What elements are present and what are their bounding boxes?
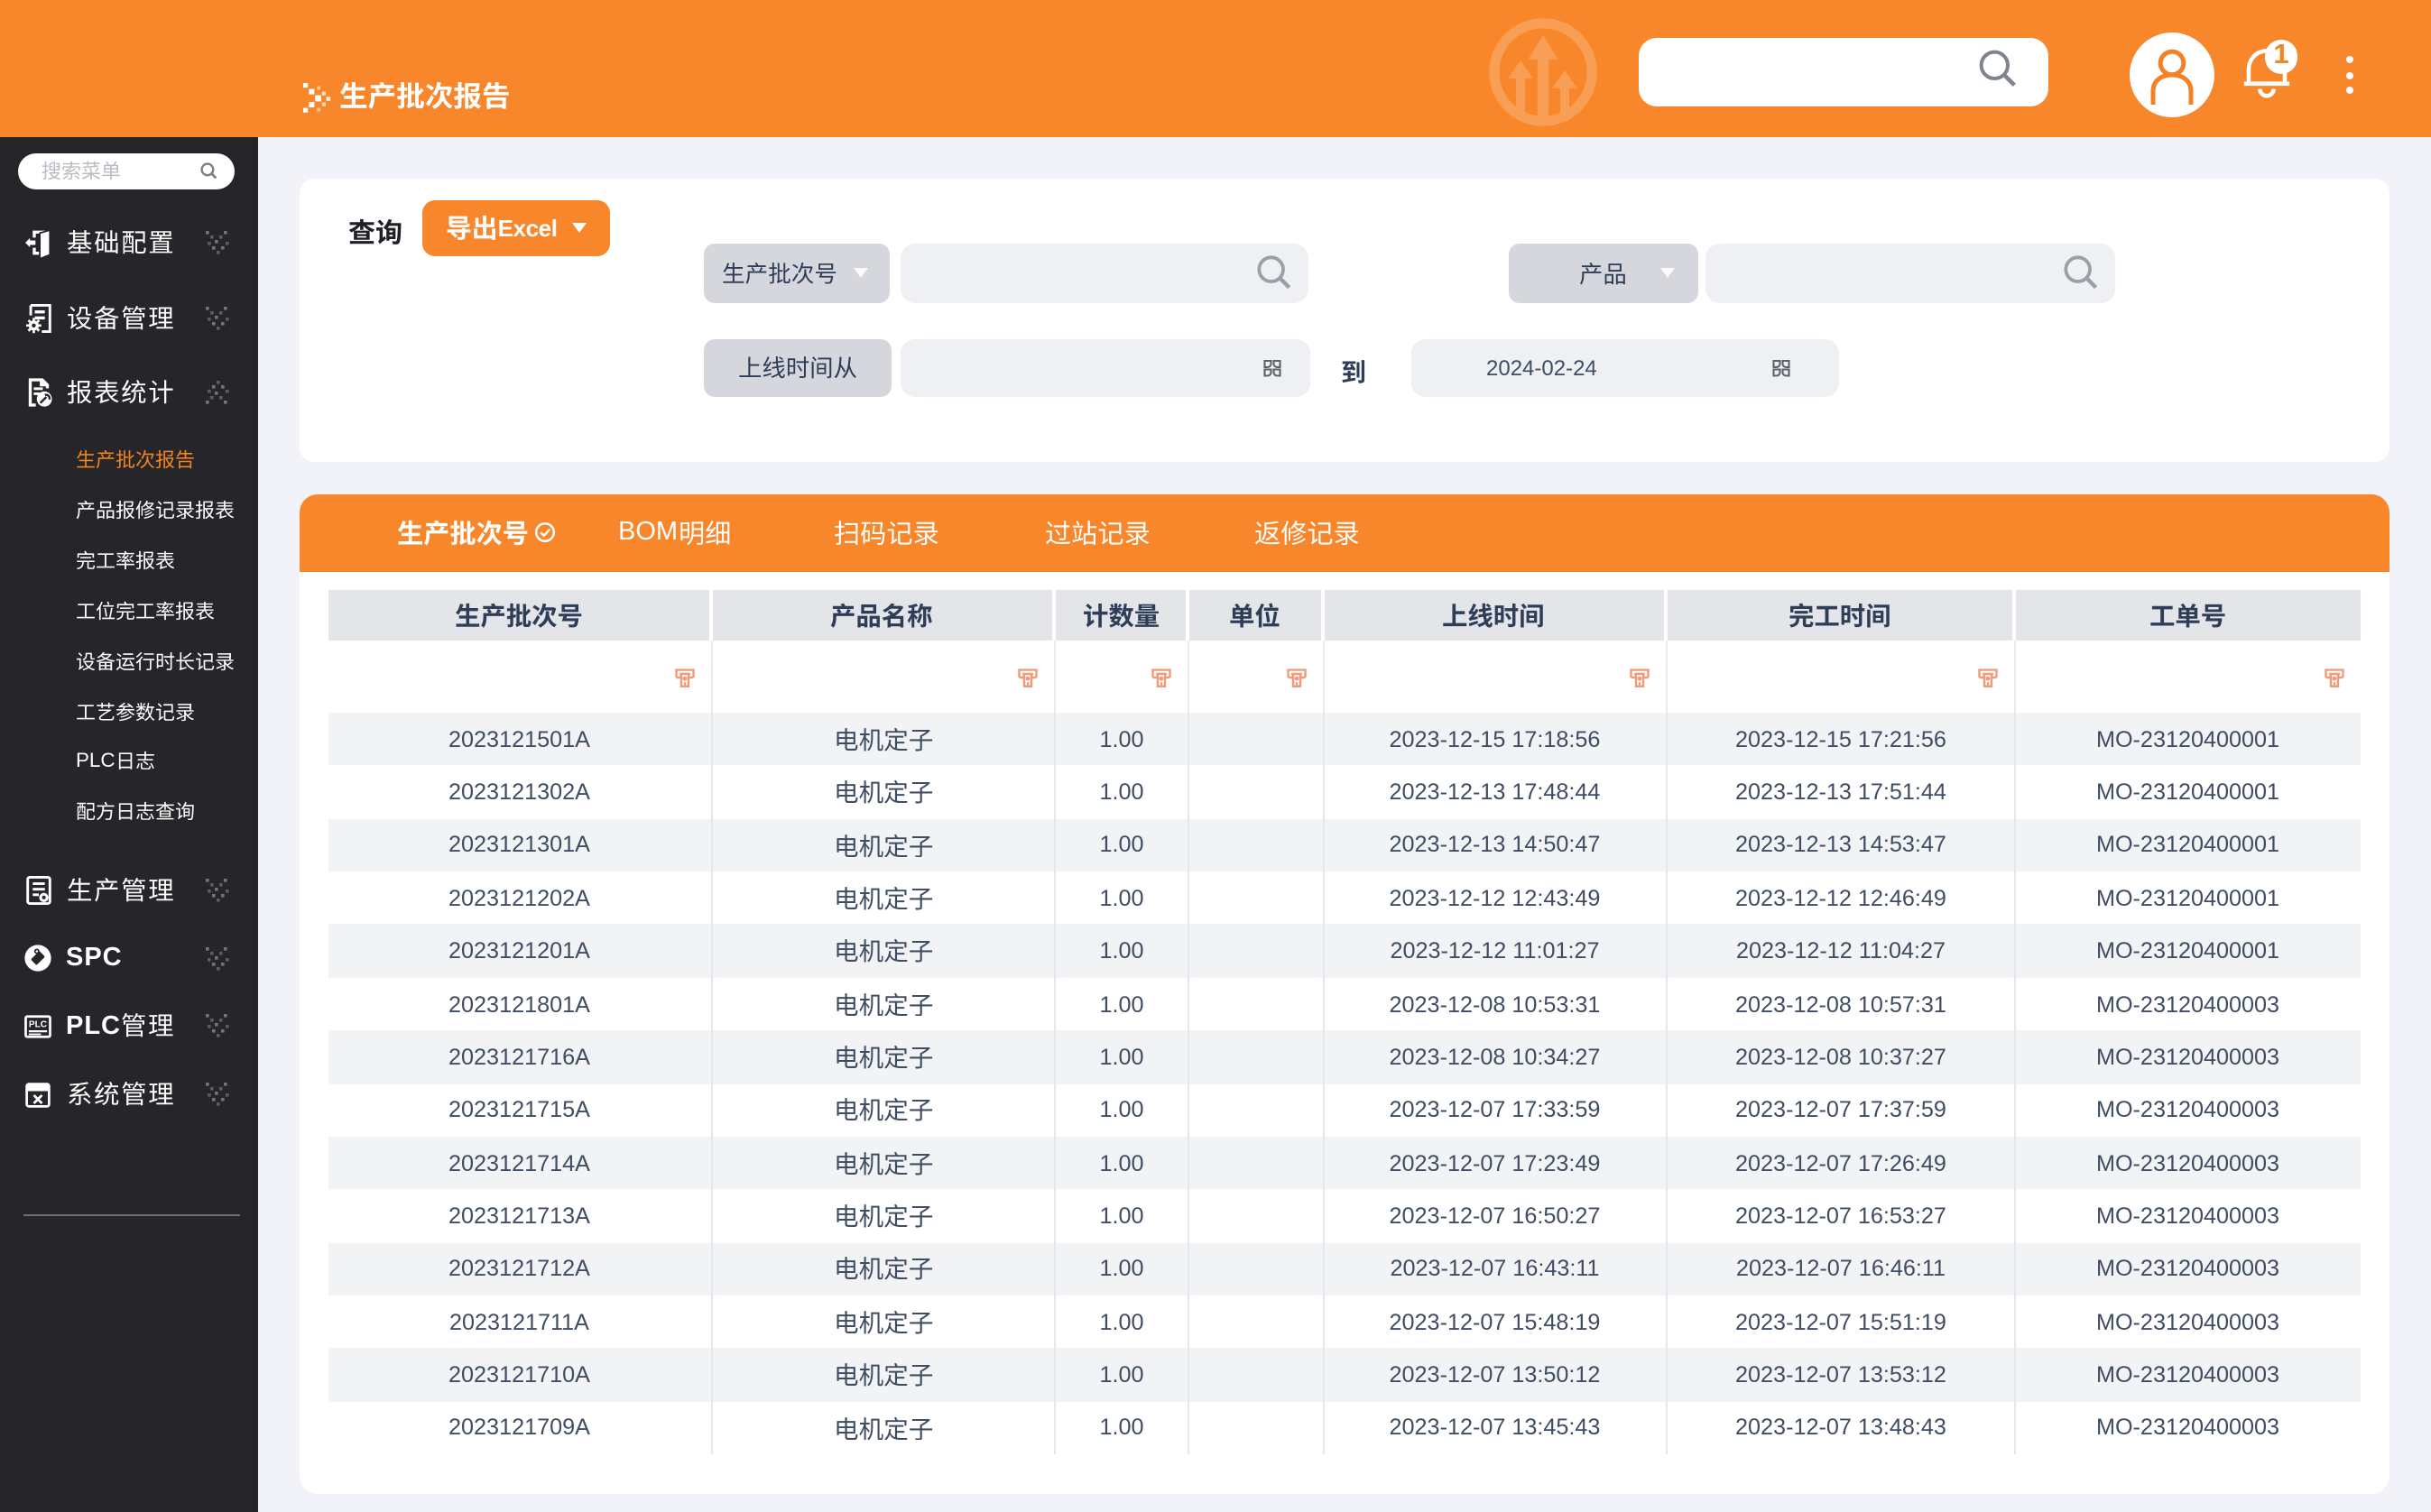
svg-text:PLC: PLC — [29, 1019, 48, 1029]
